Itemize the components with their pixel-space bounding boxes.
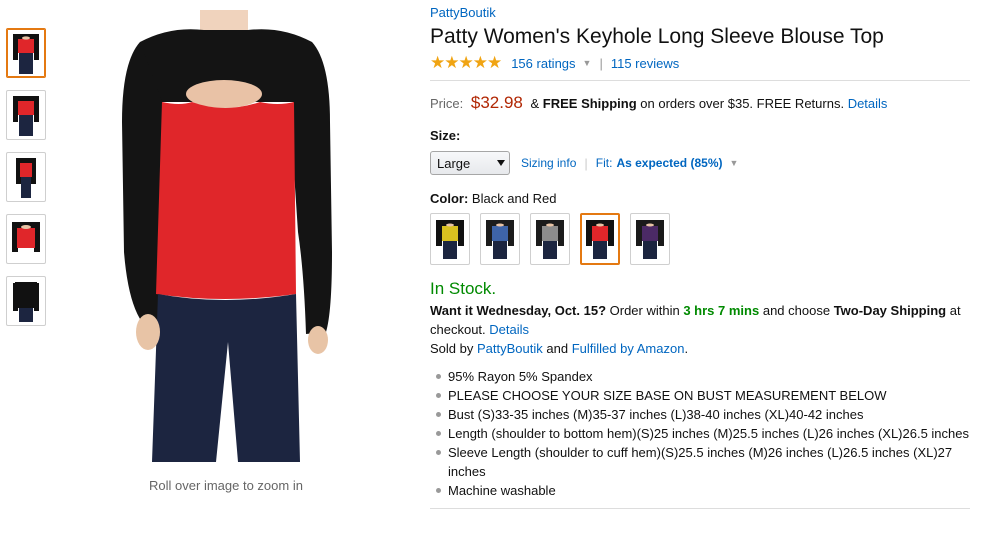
price-row: Price: $32.98 & FREE Shipping on orders … — [430, 93, 970, 113]
thumbnail-detail[interactable] — [6, 214, 46, 264]
list-item: PLEASE CHOOSE YOUR SIZE BASE ON BUST MEA… — [430, 386, 970, 405]
zoom-hint: Roll over image to zoom in — [149, 478, 303, 493]
size-row: Large Sizing info | Fit: As expected (85… — [430, 151, 970, 175]
product-title: Patty Women's Keyhole Long Sleeve Blouse… — [430, 25, 884, 48]
size-label: Size: — [430, 128, 461, 143]
thumbnail-list — [6, 28, 46, 338]
size-select-value: Large — [437, 155, 471, 171]
thumbnail-front-2[interactable] — [6, 90, 46, 140]
product-details: PattyBoutik Patty Women's Keyhole Long S… — [430, 0, 970, 509]
color-row: Color: Black and Red — [430, 191, 970, 206]
feature-bullets: 95% Rayon 5% Spandex PLEASE CHOOSE YOUR … — [430, 367, 970, 500]
shipping-text: on orders over $35. FREE Returns. — [640, 96, 845, 111]
delivery-date: Want it Wednesday, Oct. 15? — [430, 303, 607, 318]
divider: | — [584, 155, 588, 171]
product-image[interactable] — [100, 2, 350, 462]
size-select[interactable]: Large — [430, 151, 510, 175]
free-shipping-label: FREE Shipping — [542, 96, 637, 111]
thumbnail-front[interactable] — [6, 28, 46, 78]
ratings-link[interactable]: 156 ratings — [511, 56, 575, 71]
period: . — [684, 341, 689, 356]
brand-link[interactable]: PattyBoutik — [430, 5, 970, 20]
seller-link[interactable]: PattyBoutik — [477, 341, 543, 356]
and-text: and — [546, 341, 569, 356]
shipping-details-link[interactable]: Details — [848, 96, 888, 111]
chevron-down-icon[interactable]: ▼ — [583, 58, 592, 68]
fulfilled-link[interactable]: Fulfilled by Amazon — [572, 341, 685, 356]
color-swatch-black-red[interactable] — [580, 213, 620, 265]
thumbnail-back[interactable] — [6, 276, 46, 326]
sizing-info-link[interactable]: Sizing info — [521, 156, 576, 170]
color-swatch-black-grey[interactable] — [530, 213, 570, 265]
price-amp: & — [530, 96, 540, 111]
two-day-shipping: Two-Day Shipping — [833, 303, 947, 318]
price-amount: $32.98 — [470, 93, 523, 112]
fit-label[interactable]: Fit: — [596, 156, 613, 170]
delivery-info: Want it Wednesday, Oct. 15? Order within… — [430, 301, 970, 339]
list-item: Bust (S)33-35 inches (M)35-37 inches (L)… — [430, 405, 970, 424]
list-item: Machine washable — [430, 481, 970, 500]
dropdown-arrow-icon — [497, 160, 505, 166]
color-swatches — [430, 213, 970, 265]
list-item: Sleeve Length (shoulder to cuff hem)(S)2… — [430, 443, 970, 481]
sold-by-label: Sold by — [430, 341, 474, 356]
delivery-details-link[interactable]: Details — [489, 322, 529, 337]
star-rating-icon[interactable]: ★★★★★ — [430, 53, 502, 73]
thumbnail-side[interactable] — [6, 152, 46, 202]
reviews-link[interactable]: 115 reviews — [611, 56, 679, 71]
color-selected: Black and Red — [471, 191, 557, 206]
color-swatch-black-blue[interactable] — [480, 213, 520, 265]
and-choose: and choose — [762, 303, 831, 318]
color-label: Color: — [430, 191, 469, 206]
color-swatch-black-purple[interactable] — [630, 213, 670, 265]
chevron-down-icon[interactable]: ▼ — [729, 158, 738, 168]
fit-value[interactable]: As expected (85%) — [616, 156, 722, 170]
ratings-row: ★★★★★ 156 ratings ▼ | 115 reviews — [430, 53, 970, 73]
list-item: 95% Rayon 5% Spandex — [430, 367, 970, 386]
list-item: Length (shoulder to bottom hem)(S)25 inc… — [430, 424, 970, 443]
stock-status: In Stock. — [430, 279, 497, 298]
order-within: Order within — [609, 303, 680, 318]
countdown: 3 hrs 7 mins — [683, 303, 760, 318]
sold-by: Sold by PattyBoutik and Fulfilled by Ama… — [430, 339, 970, 358]
color-swatch-black-yellow[interactable] — [430, 213, 470, 265]
divider — [430, 80, 970, 81]
divider — [430, 508, 970, 509]
divider: | — [599, 55, 603, 71]
price-label: Price: — [430, 96, 464, 111]
